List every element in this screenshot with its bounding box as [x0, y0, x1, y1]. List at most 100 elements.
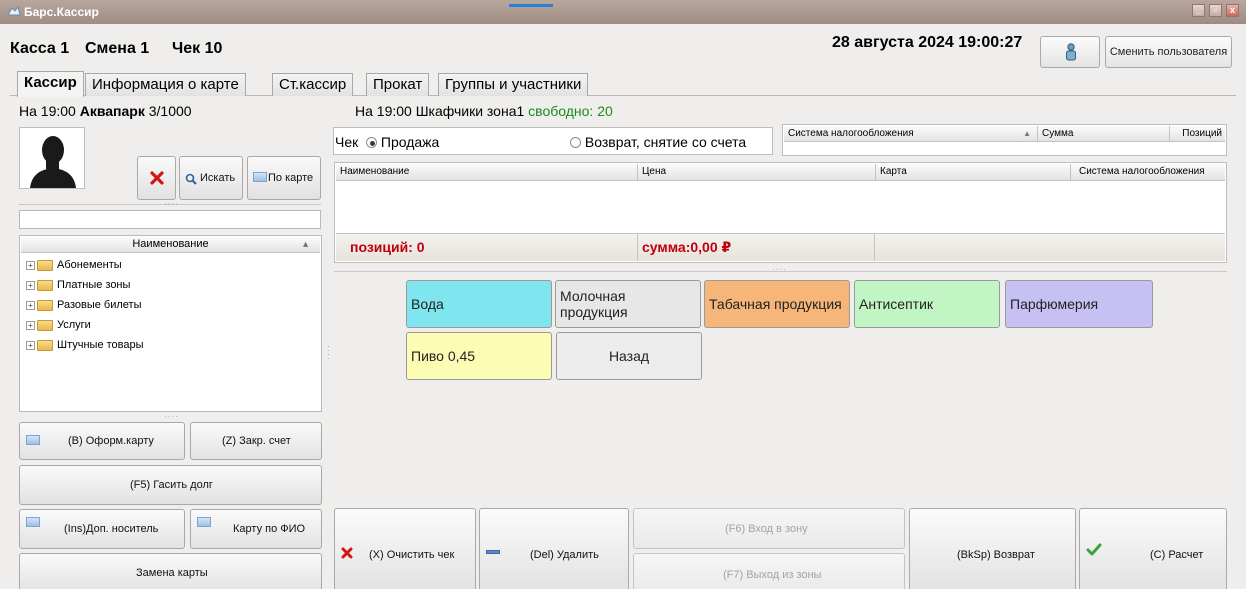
tree-header[interactable]: Наименование ▲	[21, 237, 320, 253]
exit-zone-button[interactable]: (F7) Выход из зоны	[633, 553, 905, 589]
tab-cashier[interactable]: Кассир	[17, 71, 84, 97]
radio-checked-icon[interactable]	[366, 137, 377, 148]
clear-card-button[interactable]	[137, 156, 176, 200]
expand-icon[interactable]: +	[26, 300, 35, 310]
tree-item-piece-goods[interactable]: + Штучные товары	[26, 337, 144, 353]
tax-col-positions[interactable]: Позиций	[1170, 126, 1225, 142]
by-card-button-label: По карте	[268, 172, 314, 184]
grid-col-price[interactable]: Цена	[638, 164, 876, 180]
card-icon	[197, 517, 211, 527]
delete-button[interactable]: (Del) Удалить	[479, 508, 629, 589]
refund-button[interactable]: (BkSp) Возврат	[909, 508, 1076, 589]
product-tile-dairy[interactable]: Молочная продукция	[555, 280, 701, 328]
close-account-button[interactable]: (Z) Закр. счет	[190, 422, 322, 460]
expand-icon[interactable]: +	[26, 320, 35, 330]
minimize-button[interactable]: _	[1192, 4, 1205, 17]
tree-item-services[interactable]: + Услуги	[26, 317, 91, 333]
card-by-name-button[interactable]: Карту по ФИО	[190, 509, 322, 549]
expand-icon[interactable]: +	[26, 260, 35, 270]
product-tile-label: Молочная продукция	[560, 288, 628, 320]
tree-item-label: Услуги	[57, 319, 91, 331]
sort-asc-icon: ▲	[301, 239, 310, 249]
tab-rental[interactable]: Прокат	[366, 73, 430, 96]
product-tile-tobacco[interactable]: Табачная продукция	[704, 280, 850, 328]
folder-icon	[37, 259, 53, 271]
service-tree[interactable]: Наименование ▲ + Абонементы + Платные зоны…	[19, 235, 322, 412]
sale-radio[interactable]: Продажа	[366, 134, 439, 150]
tree-item-single-tickets[interactable]: + Разовые билеты	[26, 297, 142, 313]
grid-col-name[interactable]: Наименование	[336, 164, 638, 180]
expand-icon[interactable]: +	[26, 280, 35, 290]
title-accent	[509, 4, 553, 7]
check-number-label: Чек 10	[172, 40, 223, 57]
tax-col-system-label: Система налогообложения	[788, 128, 914, 139]
left-status-value: 3/1000	[148, 103, 192, 119]
product-tile-label: Табачная продукция	[709, 296, 842, 312]
tax-col-system[interactable]: Система налогообложения ▲	[784, 126, 1038, 142]
pay-button[interactable]: (C) Расчет	[1079, 508, 1227, 589]
avatar	[19, 127, 85, 189]
clear-check-label: (X) Очистить чек	[369, 549, 455, 561]
card-icon	[26, 517, 40, 527]
replace-card-button[interactable]: Замена карты	[19, 553, 322, 589]
check-items-grid[interactable]: Наименование Цена Карта Система налогооб…	[334, 162, 1227, 263]
search-button[interactable]: Искать	[179, 156, 243, 200]
minus-icon	[486, 550, 500, 554]
refund-radio[interactable]: Возврат, снятие со счета	[570, 134, 746, 150]
enter-zone-label: (F6) Вход в зону	[725, 523, 808, 535]
issue-card-button[interactable]: (B) Оформ.карту	[19, 422, 185, 460]
datetime-label: 28 августа 2024 19:00:27	[832, 34, 1023, 51]
radio-unchecked-icon[interactable]	[570, 137, 581, 148]
tab-groups[interactable]: Группы и участники	[438, 73, 589, 96]
tab-senior-cashier[interactable]: Ст.кассир	[272, 73, 354, 96]
sale-radio-label: Продажа	[380, 134, 440, 150]
product-tile-back[interactable]: Назад	[556, 332, 702, 380]
card-icon	[26, 435, 40, 445]
enter-zone-button[interactable]: (F6) Вход в зону	[633, 508, 905, 549]
close-button[interactable]: x	[1226, 4, 1239, 17]
check-sum: сумма:0,00 ₽	[642, 239, 732, 255]
tree-item-subscriptions[interactable]: + Абонементы	[26, 257, 122, 273]
right-splitter[interactable]	[334, 271, 1227, 272]
splitter-grip: ····	[164, 199, 179, 208]
exit-zone-label: (F7) Выход из зоны	[723, 569, 822, 581]
vertical-splitter[interactable]: · · · ·	[327, 343, 330, 365]
tax-col-sum[interactable]: Сумма	[1038, 126, 1170, 142]
totals-divider	[637, 234, 638, 261]
window-title: Барс.Кассир	[24, 5, 99, 19]
user-button[interactable]	[1040, 36, 1100, 68]
product-tile-water[interactable]: Вода	[406, 280, 552, 328]
maximize-button[interactable]: ▫	[1209, 4, 1222, 17]
grid-col-card[interactable]: Карта	[876, 164, 1071, 180]
product-tile-label: Пиво 0,45	[411, 348, 476, 364]
replace-card-label: Замена карты	[136, 567, 208, 579]
tree-item-paid-zones[interactable]: + Платные зоны	[26, 277, 130, 293]
clear-check-button[interactable]: (X) Очистить чек	[334, 508, 476, 589]
tree-item-label: Разовые билеты	[57, 299, 142, 311]
issue-card-label: (B) Оформ.карту	[68, 435, 154, 447]
grid-col-tax[interactable]: Система налогообложения	[1071, 164, 1225, 180]
right-status: На 19:00 Шкафчики зона1 свободно: 20	[355, 103, 613, 119]
card-search-icon	[253, 172, 267, 182]
splitter-grip: ····	[772, 265, 787, 274]
expand-icon[interactable]: +	[26, 340, 35, 350]
product-tile-antiseptic[interactable]: Антисептик	[854, 280, 1000, 328]
by-card-button[interactable]: По карте	[247, 156, 321, 200]
pay-debt-button[interactable]: (F5) Гасить долг	[19, 465, 322, 505]
switch-user-button[interactable]: Сменить пользователя	[1105, 36, 1232, 68]
tree-item-label: Штучные товары	[57, 339, 144, 351]
folder-icon	[37, 279, 53, 291]
product-tile-label: Парфюмерия	[1010, 296, 1099, 312]
title-bar[interactable]: Барс.Кассир _ ▫ x	[0, 0, 1246, 24]
check-grid-header: Наименование Цена Карта Система налогооб…	[336, 164, 1225, 181]
product-tile-beer[interactable]: Пиво 0,45	[406, 332, 552, 380]
check-grid-totals: позиций: 0 сумма:0,00 ₽	[336, 233, 1225, 261]
add-carrier-button[interactable]: (Ins)Доп. носитель	[19, 509, 185, 549]
tab-card-info[interactable]: Информация о карте	[85, 73, 246, 96]
tree-header-label: Наименование	[132, 238, 209, 250]
check-type-label: Чек	[335, 134, 359, 150]
left-status-time: На 19:00	[19, 103, 76, 119]
card-search-input[interactable]	[19, 210, 321, 229]
product-tile-perfume[interactable]: Парфюмерия	[1005, 280, 1153, 328]
tree-item-label: Платные зоны	[57, 279, 131, 291]
